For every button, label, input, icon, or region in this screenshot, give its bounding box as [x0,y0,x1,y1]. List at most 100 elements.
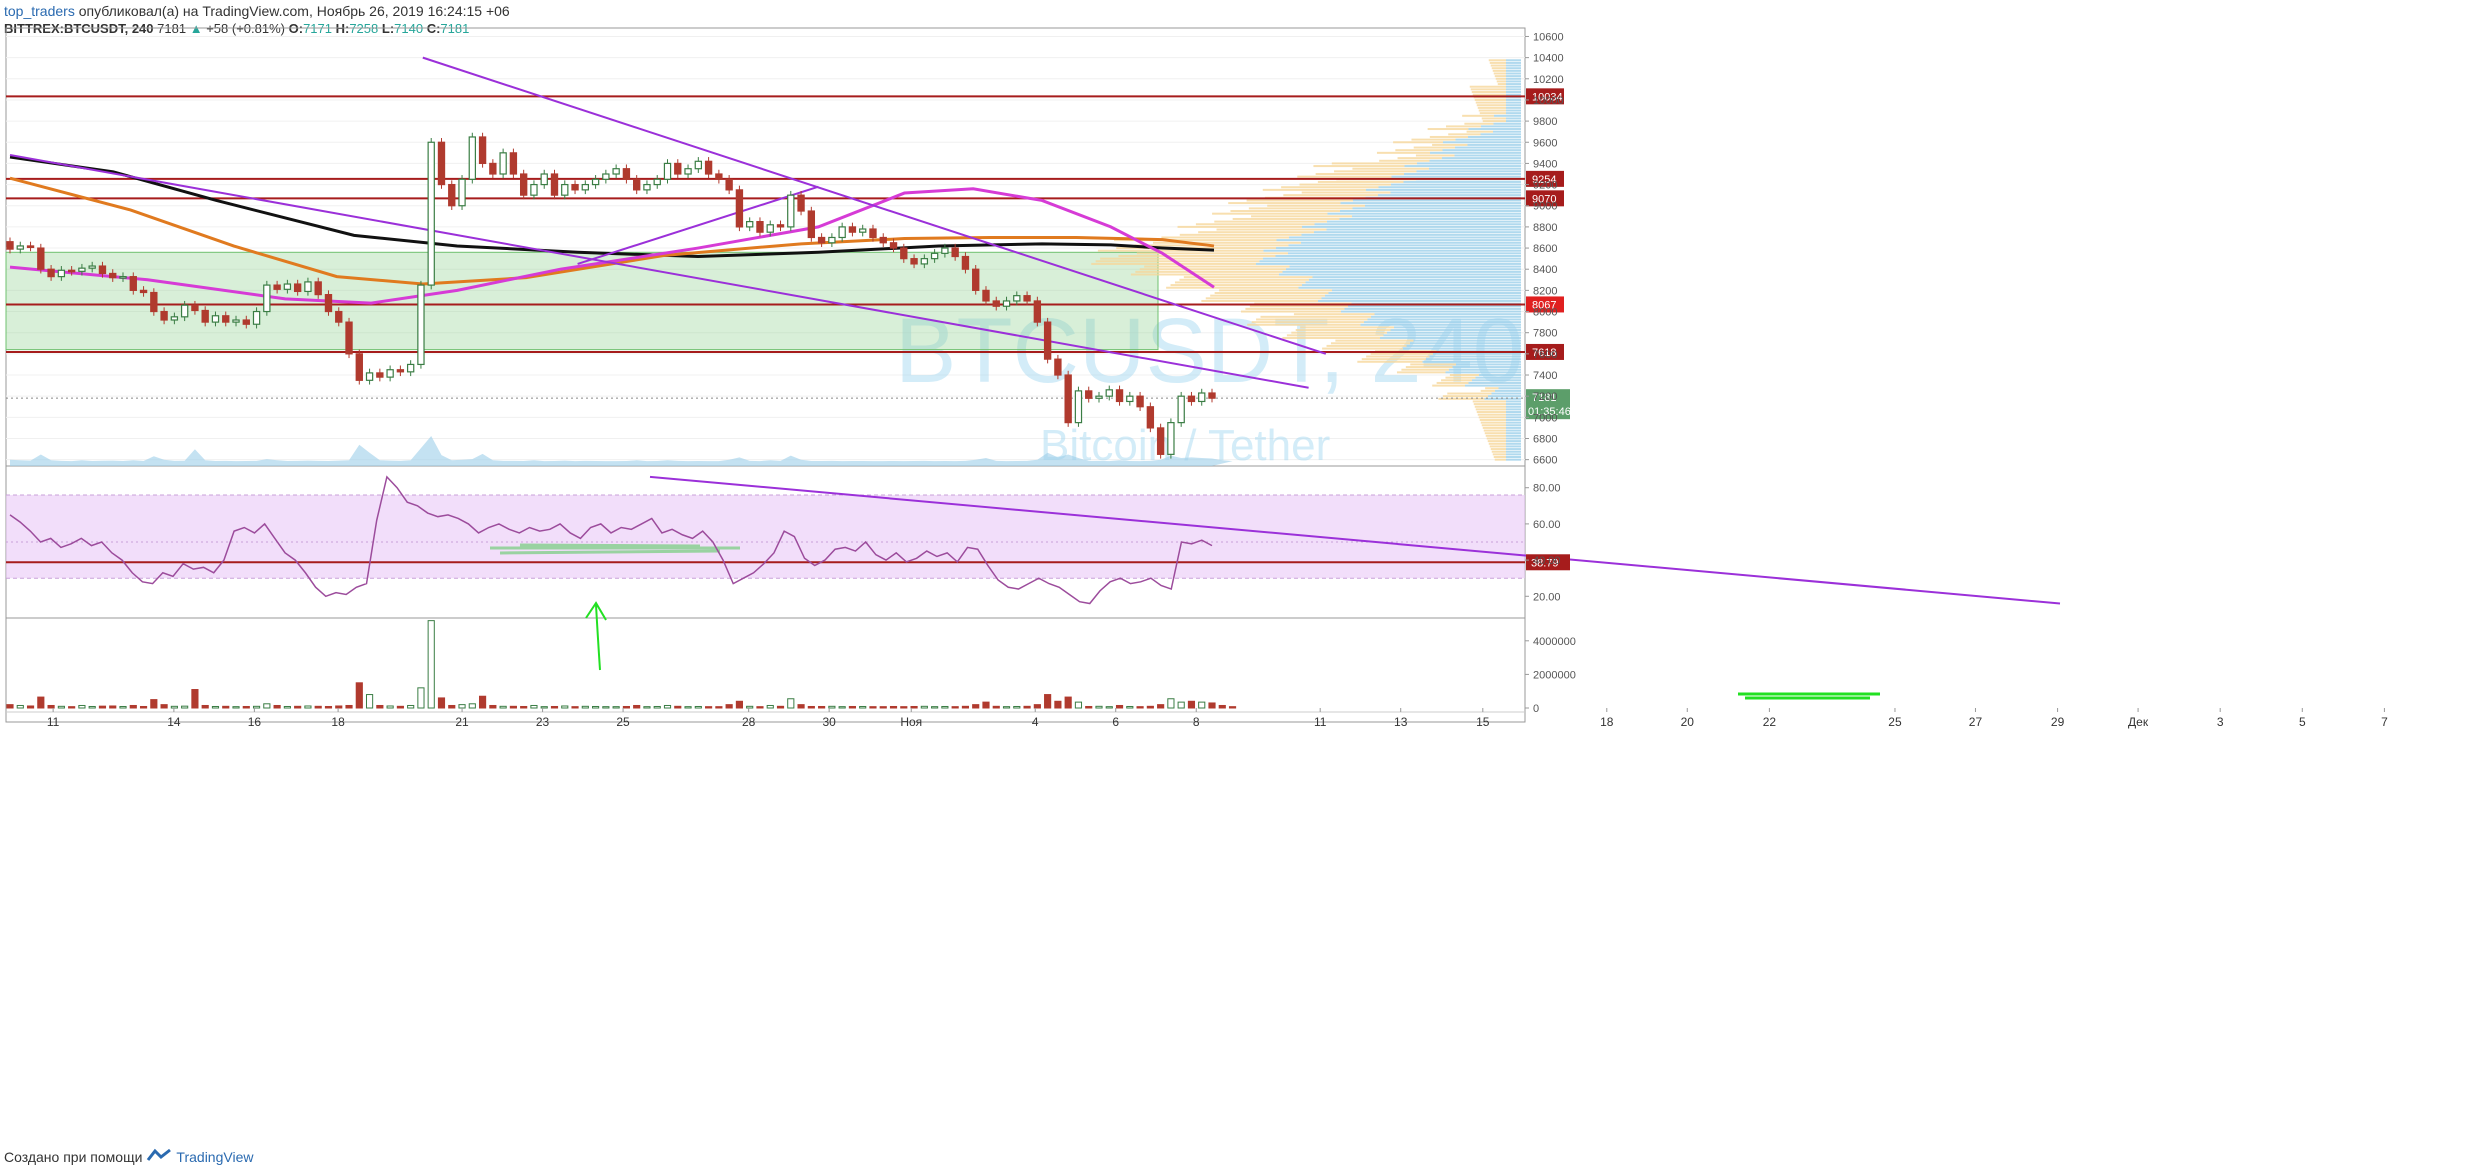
volume-profile-bar [1468,381,1521,384]
x-tick-label: 25 [616,715,630,729]
candle-body [1013,295,1021,302]
volume-profile-bar [1478,109,1506,112]
volume-profile-bar [1479,418,1506,421]
volume-profile-bar [1506,411,1521,414]
volume-profile-bar [1361,358,1426,361]
volume-bar [756,706,764,709]
volume-profile-bar [1429,355,1521,358]
volume-profile-bar [1174,281,1306,284]
volume-profile-bar [1491,392,1521,395]
y-tick-label: 8000 [1533,307,1557,319]
volume-profile-bar [1383,334,1521,337]
volume-bar [766,704,774,709]
candle-body [540,173,548,186]
chart-canvas[interactable]: BTCUSDT, 240 Bitcoin / Tether 1003492549… [0,0,2468,1174]
volume-profile-bar [1484,432,1506,435]
volume-bar [160,704,168,709]
volume-bar [139,705,148,709]
volume-profile-bar [1506,408,1521,411]
volume-profile-bar [1429,135,1468,138]
volume-profile-bar [1322,347,1403,350]
candle-body [1156,427,1165,455]
candle-body [499,152,507,175]
volume-bar [6,704,14,709]
volume-bar [694,705,702,709]
candle-body [1085,390,1093,399]
volume-profile-bar [1506,418,1521,421]
volume-profile-bar [1506,416,1521,419]
candle-body [663,162,672,180]
volume-profile-bar [1449,368,1521,371]
candle-body [180,304,189,318]
volume-profile-bar [1282,270,1521,273]
volume-profile-bar [1506,80,1521,83]
candle-body [1187,395,1196,403]
candle-body [900,247,908,260]
volume-bar [859,705,867,709]
volume-profile-bar [1506,101,1521,104]
rsi-y-tick-label: 20.00 [1533,591,1561,603]
candle-body [396,369,405,373]
volume-bar [571,706,579,709]
x-tick-label: 3 [2217,715,2224,729]
volume-profile-bar [1328,292,1521,295]
volume-profile-bar [1267,204,1365,207]
volume-profile-bar [1483,429,1506,432]
volume-profile-bar [1230,210,1340,213]
volume-profile-bar [1366,355,1430,358]
volume-bar [1136,706,1144,709]
tradingview-link[interactable]: TradingView [176,1149,253,1165]
candle-body [232,319,240,323]
volume-profile-bar [1506,120,1521,123]
volume-profile-bar [1494,114,1521,117]
volume-profile-bar [1494,458,1506,461]
volume-profile-bar [1249,305,1348,308]
volume-profile-bar [1498,387,1521,390]
candle-body [848,226,857,233]
volume-profile-bar [1263,257,1521,260]
volume-profile-bar [1446,125,1481,128]
volume-profile-bar [1201,299,1318,302]
volume-bar [1126,705,1134,709]
volume-profile-bar [1144,265,1290,268]
volume-profile-bar [1212,212,1328,215]
volume-profile-bar [1506,75,1521,78]
volume-bar [283,705,291,709]
volume-profile-bar [1352,215,1521,218]
candle-body [448,183,456,207]
volume-bar [1013,705,1021,709]
volume-profile-bar [1241,310,1341,313]
volume-profile-bar [1413,146,1455,149]
candle-body [961,255,970,270]
volume-profile-bar [1436,381,1469,384]
volume-profile-bar [1448,133,1481,136]
volume-profile-bar [1482,426,1506,429]
candle-body [561,183,569,196]
volume-profile-bar [1481,125,1521,128]
volume-bar [314,705,322,709]
volume-profile-bar [1139,268,1286,271]
volume-bar [211,705,220,709]
volume-profile-bar [1506,456,1521,459]
x-tick-label: 27 [1969,715,1983,729]
volume-profile-bar [1485,387,1499,390]
x-tick-label: 22 [1763,715,1777,729]
volume-profile-bar [1506,424,1521,427]
x-tick-label: 6 [1112,715,1119,729]
volume-profile-bar [1390,191,1521,194]
volume-bar [1167,698,1175,709]
candle-body [324,294,333,313]
candle-body [776,224,785,228]
volume-bar [1044,694,1052,709]
volume-bar [550,705,559,709]
volume-profile-bar [1482,120,1506,123]
candle-body [828,236,836,244]
volume-profile-bar [1251,321,1364,324]
volume-profile-bar [1469,85,1506,88]
x-tick-label: 20 [1681,715,1695,729]
volume-profile-bar [1309,278,1521,281]
volume-profile-bar [1245,307,1345,310]
volume-profile-bar [1318,299,1521,302]
volume-profile-bar [1365,204,1521,207]
candle-body [1126,395,1134,403]
